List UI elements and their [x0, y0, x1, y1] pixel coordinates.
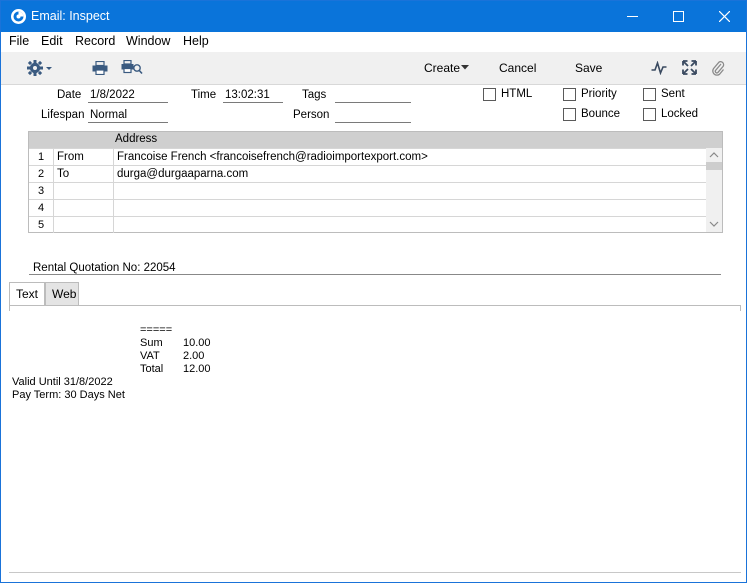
- lifespan-label: Lifespan: [41, 109, 85, 121]
- column-divider: [113, 148, 114, 233]
- activity-icon[interactable]: [651, 61, 667, 75]
- maximize-icon: [672, 11, 684, 22]
- menu-bar: File Edit Record Window Help: [1, 32, 746, 52]
- tab-panel-border: [9, 305, 741, 311]
- priority-checkbox[interactable]: [563, 88, 576, 101]
- date-label: Date: [57, 89, 82, 101]
- table-row[interactable]: 1 From Francoise French <francoisefrench…: [29, 148, 706, 165]
- time-label: Time: [191, 89, 217, 101]
- menu-window[interactable]: Window: [126, 34, 170, 48]
- expand-icon[interactable]: [682, 60, 697, 75]
- locked-checkbox[interactable]: [643, 108, 656, 121]
- sent-checkbox-label: Sent: [661, 88, 685, 100]
- total-value: 12.00: [183, 363, 211, 375]
- minimize-icon: [626, 16, 638, 17]
- row-type[interactable]: To: [57, 168, 69, 180]
- lifespan-field[interactable]: Normal: [88, 109, 168, 123]
- table-row[interactable]: 5: [29, 216, 706, 233]
- table-row[interactable]: 3: [29, 182, 706, 199]
- sent-checkbox[interactable]: [643, 88, 656, 101]
- tab-web[interactable]: Web: [45, 282, 79, 306]
- print-preview-icon[interactable]: [121, 60, 143, 75]
- subject-underline: [29, 274, 721, 275]
- locked-checkbox-label: Locked: [661, 108, 699, 120]
- bounce-checkbox-label: Bounce: [581, 108, 621, 120]
- scroll-thumb[interactable]: [706, 162, 722, 170]
- tags-field[interactable]: [335, 89, 411, 103]
- subject-field[interactable]: Rental Quotation No: 22054: [33, 262, 176, 274]
- attachment-icon[interactable]: [711, 60, 725, 76]
- tab-text[interactable]: Text: [9, 282, 45, 306]
- menu-record[interactable]: Record: [75, 34, 115, 48]
- print-icon[interactable]: [92, 61, 108, 75]
- sum-value: 10.00: [183, 337, 211, 349]
- address-grid: Address 1 From Francoise French <francoi…: [28, 131, 723, 233]
- grid-scrollbar[interactable]: [706, 148, 722, 232]
- minimize-button[interactable]: [609, 1, 655, 32]
- person-field[interactable]: [335, 109, 411, 123]
- row-number: 2: [37, 168, 45, 180]
- save-button[interactable]: Save: [575, 61, 602, 75]
- create-dropdown-icon[interactable]: [461, 65, 469, 70]
- toolbar: Create Cancel Save: [1, 52, 746, 85]
- pay-term-text: Pay Term: 30 Days Net: [12, 389, 125, 401]
- date-field[interactable]: 1/8/2022: [88, 89, 168, 103]
- column-divider: [53, 148, 54, 233]
- grid-header: Address: [29, 132, 722, 148]
- cancel-button[interactable]: Cancel: [499, 61, 536, 75]
- bottom-divider: [9, 572, 741, 573]
- row-number: 5: [37, 219, 45, 231]
- app-logo-icon: [11, 9, 26, 24]
- time-field[interactable]: 13:02:31: [223, 89, 283, 103]
- table-row[interactable]: 4: [29, 199, 706, 216]
- valid-until-text: Valid Until 31/8/2022: [12, 376, 113, 388]
- maximize-button[interactable]: [655, 1, 701, 32]
- row-number: 3: [37, 185, 45, 197]
- html-checkbox[interactable]: [483, 88, 496, 101]
- row-type[interactable]: From: [57, 151, 84, 163]
- total-label: Total: [140, 363, 164, 375]
- email-inspect-window: Email: Inspect File Edit Record Window H…: [0, 0, 747, 583]
- row-address[interactable]: durga@durgaaparna.com: [117, 168, 248, 180]
- menu-help[interactable]: Help: [183, 34, 209, 48]
- title-bar: Email: Inspect: [1, 1, 746, 32]
- scroll-down-icon[interactable]: [709, 221, 719, 227]
- html-checkbox-label: HTML: [501, 88, 533, 100]
- close-icon: [718, 11, 730, 22]
- row-number: 4: [37, 202, 45, 214]
- row-address[interactable]: Francoise French <francoisefrench@radioi…: [117, 151, 428, 163]
- bounce-checkbox[interactable]: [563, 108, 576, 121]
- address-column-header: Address: [115, 133, 158, 145]
- priority-checkbox-label: Priority: [581, 88, 617, 100]
- table-row[interactable]: 2 To durga@durgaaparna.com: [29, 165, 706, 182]
- window-title: Email: Inspect: [31, 9, 110, 23]
- vat-value: 2.00: [183, 350, 205, 362]
- vat-label: VAT: [140, 350, 160, 362]
- menu-edit[interactable]: Edit: [41, 34, 63, 48]
- row-number: 1: [37, 151, 45, 163]
- menu-file[interactable]: File: [9, 34, 29, 48]
- person-label: Person: [293, 109, 330, 121]
- scroll-up-icon[interactable]: [709, 152, 719, 158]
- body-separator: =====: [140, 324, 173, 336]
- create-button[interactable]: Create: [424, 61, 460, 75]
- tags-label: Tags: [302, 89, 327, 101]
- gear-menu-icon[interactable]: [26, 59, 54, 77]
- close-button[interactable]: [701, 1, 746, 32]
- sum-label: Sum: [140, 337, 163, 349]
